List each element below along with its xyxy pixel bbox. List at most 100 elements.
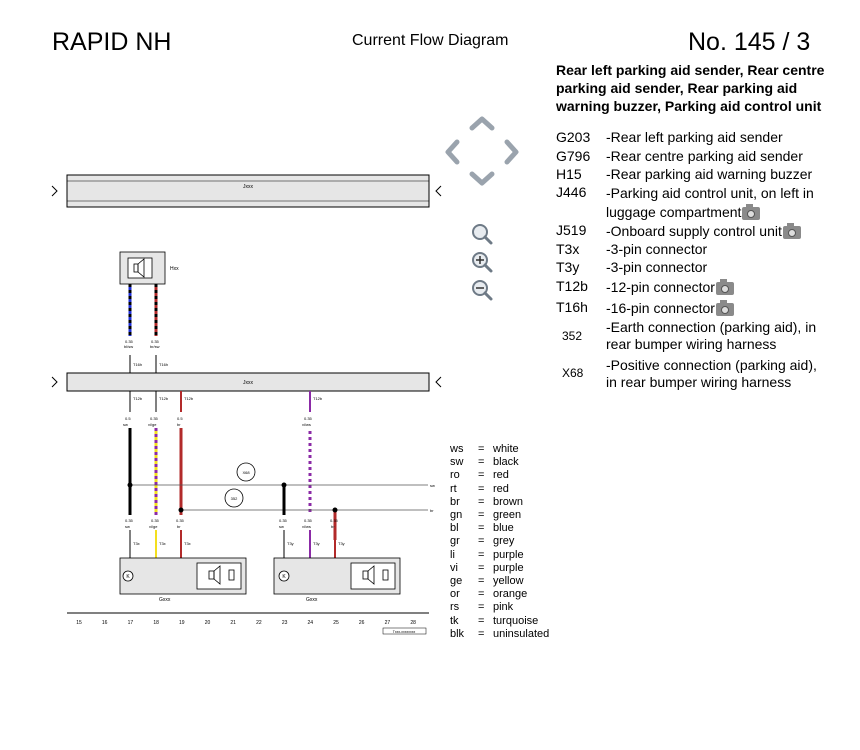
column-number: 17 (128, 620, 134, 626)
footer-code: Txxx-xxxxxxxx (393, 630, 416, 634)
legend-title: Rear left parking aid sender, Rear centr… (556, 62, 825, 114)
legend-desc: -Onboard supply control unit (606, 222, 836, 240)
column-number: 28 (410, 620, 416, 626)
legend-desc: -Earth connection (parking aid), in rear… (606, 319, 817, 352)
color-abbr: br (450, 495, 460, 508)
svg-text:T12b: T12b (313, 396, 323, 401)
color-name: red (493, 469, 509, 482)
color-abbr: gr (450, 535, 460, 548)
svg-text:br/sw: br/sw (150, 344, 160, 349)
node-352-label: 352 (231, 496, 238, 501)
column-number: 18 (153, 620, 159, 626)
bus-mid-label: Jxxx (243, 380, 254, 386)
color-key-row: rs = pink (450, 601, 513, 614)
color-key-row: li = purple (450, 549, 524, 562)
svg-text:T3x: T3x (184, 541, 191, 546)
column-number: 16 (102, 620, 108, 626)
legend-code: X68 (562, 366, 584, 380)
buzzer-component: Hxx (119, 251, 179, 285)
svg-text:0.35: 0.35 (176, 518, 185, 523)
chevron-down-icon[interactable] (469, 171, 495, 186)
color-name: red (493, 482, 509, 495)
column-number: 20 (205, 620, 211, 626)
color-name: purple (493, 561, 524, 574)
legend-desc-text: -16-pin connector (606, 300, 715, 316)
legend-desc-text: -Onboard supply control unit (606, 223, 782, 239)
sensor-right-label: Gxxx (306, 597, 318, 603)
color-name: blue (493, 522, 514, 535)
svg-text:T3x: T3x (159, 541, 166, 546)
zoom-fit-icon[interactable] (472, 224, 493, 245)
color-key-row: sw = black (450, 456, 519, 469)
color-key-row: ge = yellow (450, 575, 524, 588)
column-number: 24 (308, 620, 314, 626)
svg-text:vi/ws: vi/ws (302, 422, 311, 427)
legend-code: J446 (556, 184, 587, 200)
svg-text:sw: sw (279, 524, 284, 529)
color-key-row: gn = green (450, 509, 521, 522)
svg-text:0.5: 0.5 (177, 416, 183, 421)
camera-icon[interactable] (715, 299, 734, 316)
column-number: 25 (333, 620, 339, 626)
circuit-diagram: Jxxx Hxx 0.35 bl/sw 0.35 br/sw T16h T16h… (51, 174, 442, 635)
color-abbr: rs (450, 601, 460, 614)
equals-sign: = (478, 469, 485, 482)
sensor-right-component: K Gxxx (273, 557, 401, 603)
svg-text:br: br (430, 508, 434, 513)
node-x68: X68 (236, 462, 256, 482)
svg-text:0.35: 0.35 (304, 416, 313, 421)
legend-desc: -Parking aid control unit, on left in lu… (606, 184, 816, 222)
color-key-row: rt = red (450, 483, 509, 496)
equals-sign: = (478, 561, 485, 574)
color-abbr: or (450, 588, 460, 601)
color-key-row: br = brown (450, 496, 523, 509)
node-352: 352 (224, 488, 244, 508)
legend-desc: -Rear parking aid warning buzzer (606, 166, 813, 182)
camera-icon[interactable] (782, 222, 801, 239)
equals-sign: = (478, 535, 485, 548)
column-number: 21 (230, 620, 236, 626)
equals-sign: = (478, 627, 485, 640)
legend-code: G796 (556, 148, 591, 164)
column-number: 27 (385, 620, 391, 626)
color-name: white (493, 443, 519, 455)
svg-text:br: br (177, 524, 181, 529)
color-name: yellow (493, 575, 524, 587)
zoom-in-icon[interactable] (472, 252, 493, 273)
color-name: green (493, 509, 522, 521)
svg-text:T12b: T12b (159, 396, 169, 401)
zoom-out-icon[interactable] (472, 280, 493, 301)
chevron-right-icon[interactable] (504, 139, 519, 165)
navigation-controls (445, 116, 519, 301)
chevron-left-icon[interactable] (445, 139, 460, 165)
chevron-up-icon[interactable] (469, 116, 495, 131)
color-name: grey (493, 535, 515, 548)
color-key-row: ws = white (450, 443, 519, 456)
equals-sign: = (478, 575, 485, 587)
legend-desc-text: -12-pin connector (606, 279, 715, 295)
column-number: 15 (76, 620, 82, 626)
camera-icon[interactable] (742, 203, 761, 220)
legend-code: T16h (556, 299, 588, 315)
color-key-row: tk = turquoise (450, 615, 538, 628)
color-key-row: gr = grey (450, 535, 514, 548)
sensor-left-component: K Gxxx (119, 557, 247, 603)
color-key-row: ro = red (450, 469, 509, 482)
color-name: pink (493, 601, 514, 614)
sensor-left-label: Gxxx (159, 597, 171, 603)
legend-desc: -12-pin connector (606, 278, 836, 296)
svg-text:vi/ge: vi/ge (148, 422, 157, 427)
svg-text:T16h: T16h (133, 362, 142, 367)
color-abbr: ws (450, 443, 464, 455)
legend-desc: -16-pin connector (606, 299, 836, 317)
color-abbr: ge (450, 575, 463, 587)
equals-sign: = (478, 548, 485, 561)
svg-text:vi/ge: vi/ge (149, 524, 158, 529)
camera-icon[interactable] (715, 278, 734, 295)
color-name: purple (493, 548, 524, 561)
color-key-row: blk = uninsulated (450, 628, 549, 641)
svg-text:sw: sw (123, 422, 128, 427)
equals-sign: = (478, 495, 485, 508)
column-number: 22 (256, 620, 262, 626)
legend-code: J519 (556, 222, 587, 238)
